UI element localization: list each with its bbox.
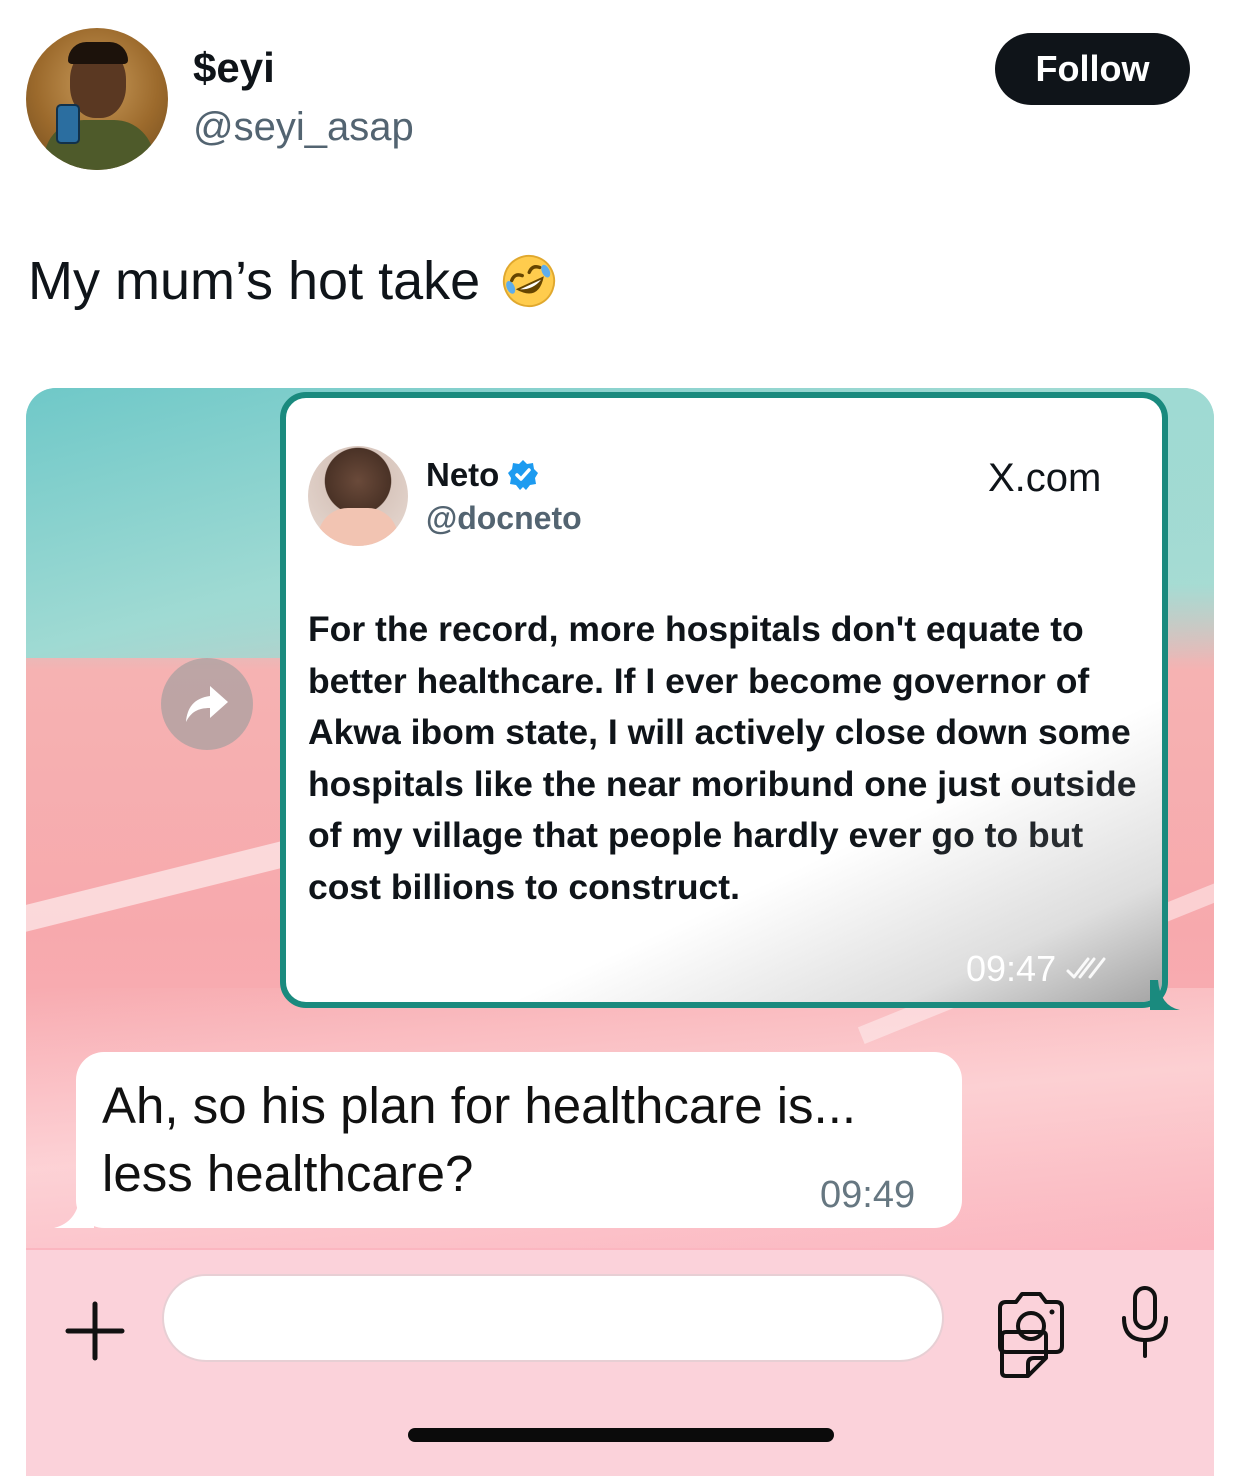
avatar-phone — [56, 104, 80, 144]
tweet-text: My mum’s hot take — [28, 250, 558, 312]
reply-line-1: Ah, so his plan for healthcare is... — [102, 1077, 857, 1134]
quoted-post-text: For the record, more hospitals don't equ… — [308, 609, 1137, 907]
source-site-label: X.com — [988, 456, 1102, 500]
quoted-author-handle: @docneto — [426, 500, 582, 536]
forwarded-post-bubble[interactable]: Neto @docneto X.com For the record, more… — [280, 392, 1168, 1008]
forward-arrow-icon — [186, 686, 228, 722]
author-avatar[interactable] — [26, 28, 168, 170]
chat-input-bar — [26, 1250, 1214, 1476]
home-indicator — [408, 1428, 834, 1442]
avatar-shirt — [318, 508, 398, 546]
camera-icon[interactable] — [994, 1290, 1068, 1356]
message-time: 09:47 — [966, 948, 1057, 989]
reply-message-bubble[interactable]: Ah, so his plan for healthcare is... les… — [76, 1052, 962, 1228]
message-timestamp: 09:47 — [966, 948, 1108, 990]
avatar-hair — [68, 42, 128, 64]
tweet-text-content: My mum’s hot take — [28, 251, 481, 311]
author-display-name[interactable]: $eyi — [193, 44, 275, 92]
quoted-author-name-text: Neto — [426, 456, 500, 493]
rolling-on-floor-laughing-icon — [503, 254, 556, 308]
attached-screenshot[interactable]: Neto @docneto X.com For the record, more… — [26, 388, 1214, 1476]
forward-button[interactable] — [161, 658, 253, 750]
verified-badge-icon — [508, 460, 539, 490]
author-handle[interactable]: @seyi_asap — [193, 105, 414, 150]
message-input[interactable] — [162, 1274, 1048, 1378]
quoted-author-name: Neto — [426, 456, 539, 494]
microphone-icon[interactable] — [1116, 1284, 1174, 1360]
follow-button[interactable]: Follow — [995, 33, 1190, 105]
double-check-icon — [1066, 957, 1106, 979]
plus-icon[interactable] — [60, 1296, 130, 1366]
quoted-author-avatar — [308, 446, 408, 546]
tweet-header: $eyi @seyi_asap Follow — [0, 0, 1241, 200]
reply-timestamp: 09:49 — [820, 1174, 916, 1216]
bubble-tail — [1150, 980, 1180, 1010]
